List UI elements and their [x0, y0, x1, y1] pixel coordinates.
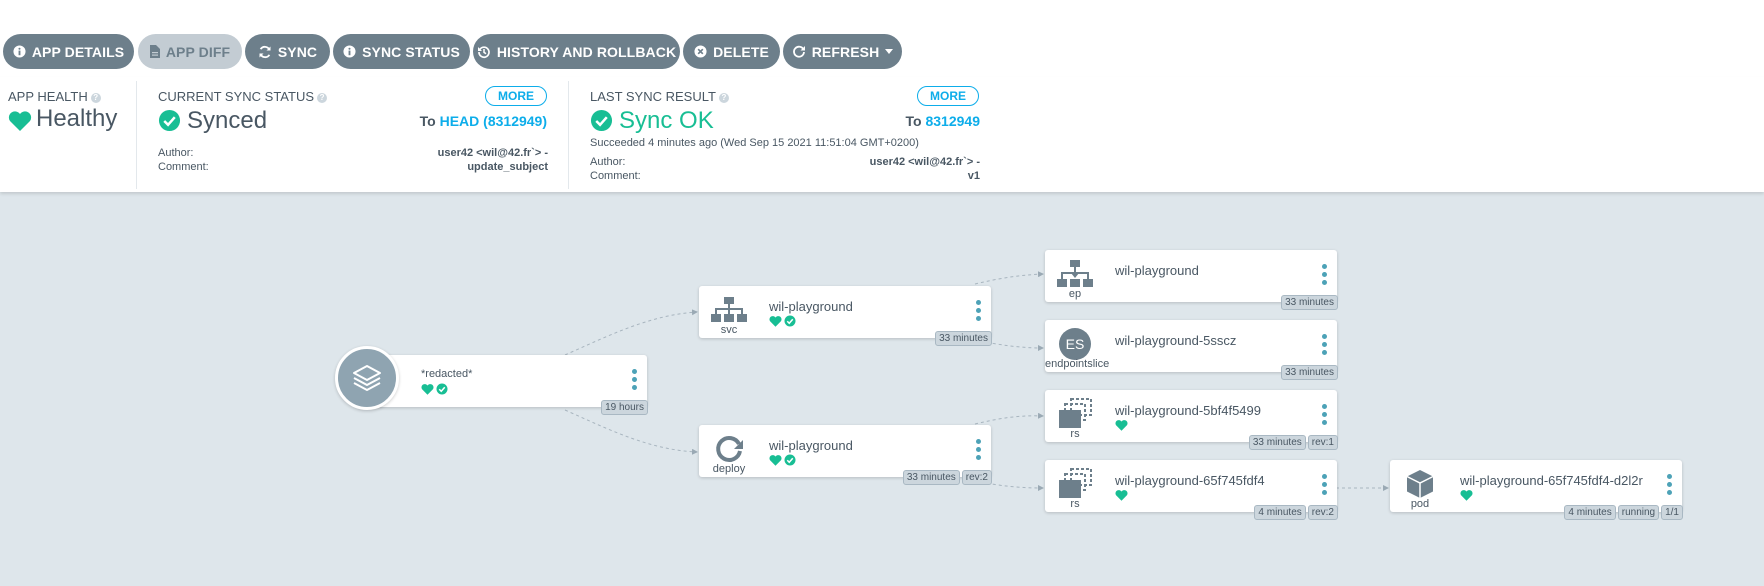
heart-icon [1115, 420, 1128, 431]
resource-name: wil-playground [769, 438, 853, 453]
resource-name: wil-playground-65f745fdf4 [1115, 473, 1265, 488]
resource-name: wil-playground [769, 299, 853, 314]
ep-node[interactable]: ep wil-playground 33 minutes [1045, 250, 1338, 310]
check-circle-icon [436, 383, 448, 395]
app-name: *redacted* [421, 368, 473, 380]
replicaset-node[interactable]: rs wil-playground-5bf4f5499 33 minutes r… [1045, 390, 1338, 450]
heart-icon [1115, 490, 1128, 501]
resource-name: wil-playground-5bf4f5499 [1115, 403, 1261, 418]
check-circle-icon [784, 454, 796, 466]
heart-icon [1460, 490, 1473, 501]
endpointslice-icon: ES [1053, 326, 1097, 362]
age-tag: 33 minutes [902, 470, 960, 485]
replicaset-icon [1053, 466, 1097, 502]
age-tag: 4 minutes [1564, 505, 1616, 520]
status-icons [769, 315, 796, 327]
edge-app-deploy [564, 409, 698, 455]
ready-tag: 1/1 [1661, 505, 1683, 520]
kebab-menu-icon[interactable] [976, 300, 982, 324]
kind-label: pod [1410, 498, 1430, 510]
deployment-icon [707, 431, 751, 467]
resource-name: wil-playground-65f745fdf4-d2l2r [1460, 473, 1643, 488]
eps-tags: 33 minutes [1281, 365, 1338, 380]
kebab-menu-icon[interactable] [1667, 474, 1673, 498]
endpointslice-badge: ES [1059, 328, 1091, 360]
app-node[interactable]: *redacted* 19 hours [358, 355, 648, 415]
kind-label: ep [1068, 288, 1082, 300]
deploy-node[interactable]: deploy wil-playground 33 minutes rev:2 [699, 425, 992, 485]
age-tag: 4 minutes [1254, 505, 1306, 520]
kebab-menu-icon[interactable] [632, 369, 638, 393]
revision-tag: rev:1 [1307, 435, 1338, 450]
rs2-tags: 4 minutes rev:2 [1254, 505, 1338, 520]
check-circle-icon [784, 315, 796, 327]
resource-name: wil-playground [1115, 263, 1199, 278]
application-icon [335, 346, 399, 410]
ep-tags: 33 minutes [1281, 295, 1338, 310]
kind-label: deploy [712, 463, 746, 475]
kebab-menu-icon[interactable] [1322, 264, 1328, 288]
age-tag: 33 minutes [1281, 295, 1338, 310]
kind-label: svc [720, 324, 738, 336]
pod-status-tag: running [1617, 505, 1660, 520]
revision-tag: rev:2 [1307, 505, 1338, 520]
status-icons [769, 454, 796, 466]
deploy-tags: 33 minutes rev:2 [902, 470, 992, 485]
age-tag: 33 minutes [935, 331, 992, 346]
heart-icon [769, 455, 782, 466]
age-tag: 19 hours [601, 400, 648, 415]
pod-tags: 4 minutes running 1/1 [1564, 505, 1683, 520]
status-icons [1115, 419, 1128, 431]
rs1-tags: 33 minutes rev:1 [1248, 435, 1338, 450]
status-icons [1115, 489, 1128, 501]
pod-icon [1398, 466, 1442, 502]
app-tags: 19 hours [601, 400, 648, 415]
edge-deploy-rs1 [974, 412, 1044, 425]
kebab-menu-icon[interactable] [1322, 404, 1328, 428]
kebab-menu-icon[interactable] [976, 439, 982, 463]
replicaset-node[interactable]: rs wil-playground-65f745fdf4 4 minutes r… [1045, 460, 1338, 520]
heart-icon [421, 384, 434, 395]
svc-node[interactable]: svc wil-playground 33 minutes [699, 286, 992, 346]
endpoints-icon [1053, 256, 1097, 292]
pod-node[interactable]: pod wil-playground-65f745fdf4-d2l2r 4 mi… [1390, 460, 1683, 520]
kind-label: endpointslice [1045, 358, 1110, 370]
service-icon [707, 292, 751, 328]
replicaset-icon [1053, 396, 1097, 432]
kind-label: rs [1070, 428, 1080, 440]
endpointslice-node[interactable]: ES endpointslice wil-playground-5sscz 33… [1045, 320, 1338, 380]
resource-name: wil-playground-5sscz [1115, 333, 1237, 348]
age-tag: 33 minutes [1248, 435, 1306, 450]
edge-svc-ep [974, 271, 1044, 285]
heart-icon [769, 316, 782, 327]
kind-label: rs [1070, 498, 1080, 510]
app-status-icons [421, 383, 448, 395]
kebab-menu-icon[interactable] [1322, 474, 1328, 498]
kebab-menu-icon[interactable] [1322, 334, 1328, 358]
revision-tag: rev:2 [961, 470, 992, 485]
age-tag: 33 minutes [1281, 365, 1338, 380]
svc-tags: 33 minutes [935, 331, 992, 346]
edge-app-svc [564, 309, 698, 356]
status-icons [1460, 489, 1473, 501]
